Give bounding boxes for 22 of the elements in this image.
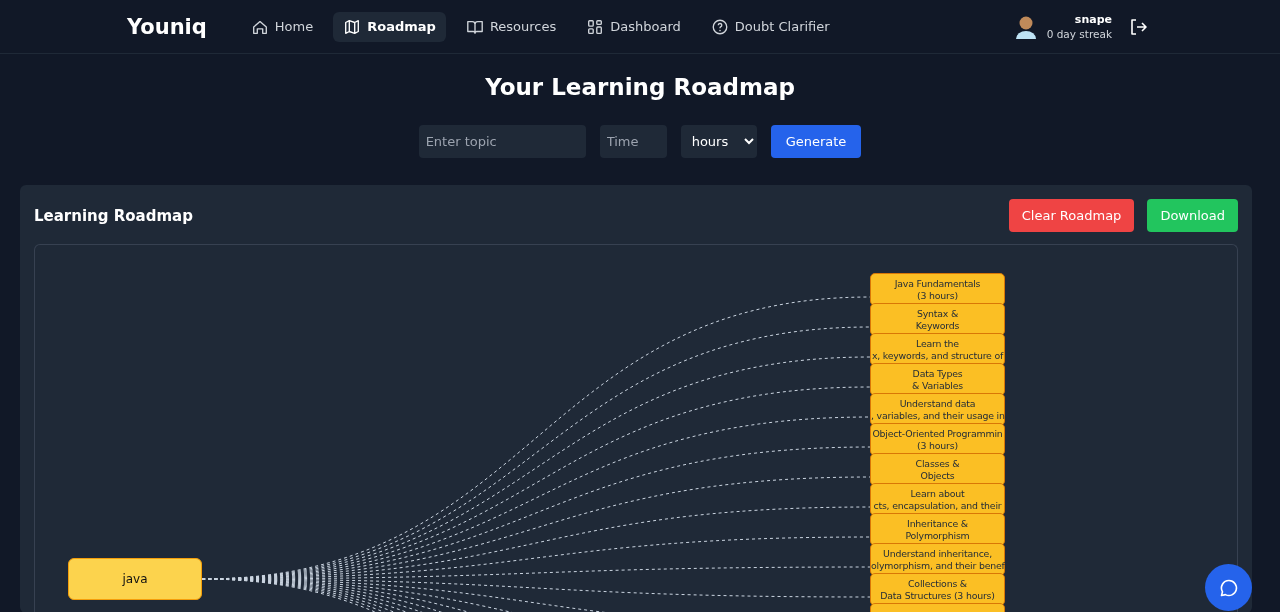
page-title: Your Learning Roadmap <box>484 74 796 102</box>
logout-icon[interactable] <box>1128 16 1148 37</box>
nav-link[interactable]: Doubt Clarifier <box>700 11 840 42</box>
user-name: snape <box>1074 12 1112 27</box>
streak-label: 0 day streak <box>1046 26 1112 41</box>
generate-button[interactable]: Generate <box>770 125 862 158</box>
clear-button[interactable]: Clear Roadmap <box>1008 199 1135 232</box>
root-node: java <box>68 558 202 600</box>
chat-icon <box>1218 577 1239 598</box>
avatar-icon[interactable] <box>1014 14 1037 39</box>
nav-link[interactable]: Dashboard <box>576 11 691 42</box>
topic-field[interactable]: Enter topic <box>418 125 586 158</box>
nav-link[interactable]: Resources <box>455 11 567 42</box>
unit-dropdown[interactable]: hours <box>680 125 757 158</box>
nav-link[interactable]: Roadmap <box>333 11 446 42</box>
nav-link[interactable]: Home <box>240 11 324 42</box>
grid-icon <box>586 17 605 36</box>
logo[interactable]: Youniq <box>127 14 207 39</box>
map-icon <box>343 17 362 36</box>
time-field[interactable]: Time <box>599 125 667 158</box>
panel-title: Learning Roadmap <box>34 206 193 225</box>
question-icon <box>710 17 729 36</box>
